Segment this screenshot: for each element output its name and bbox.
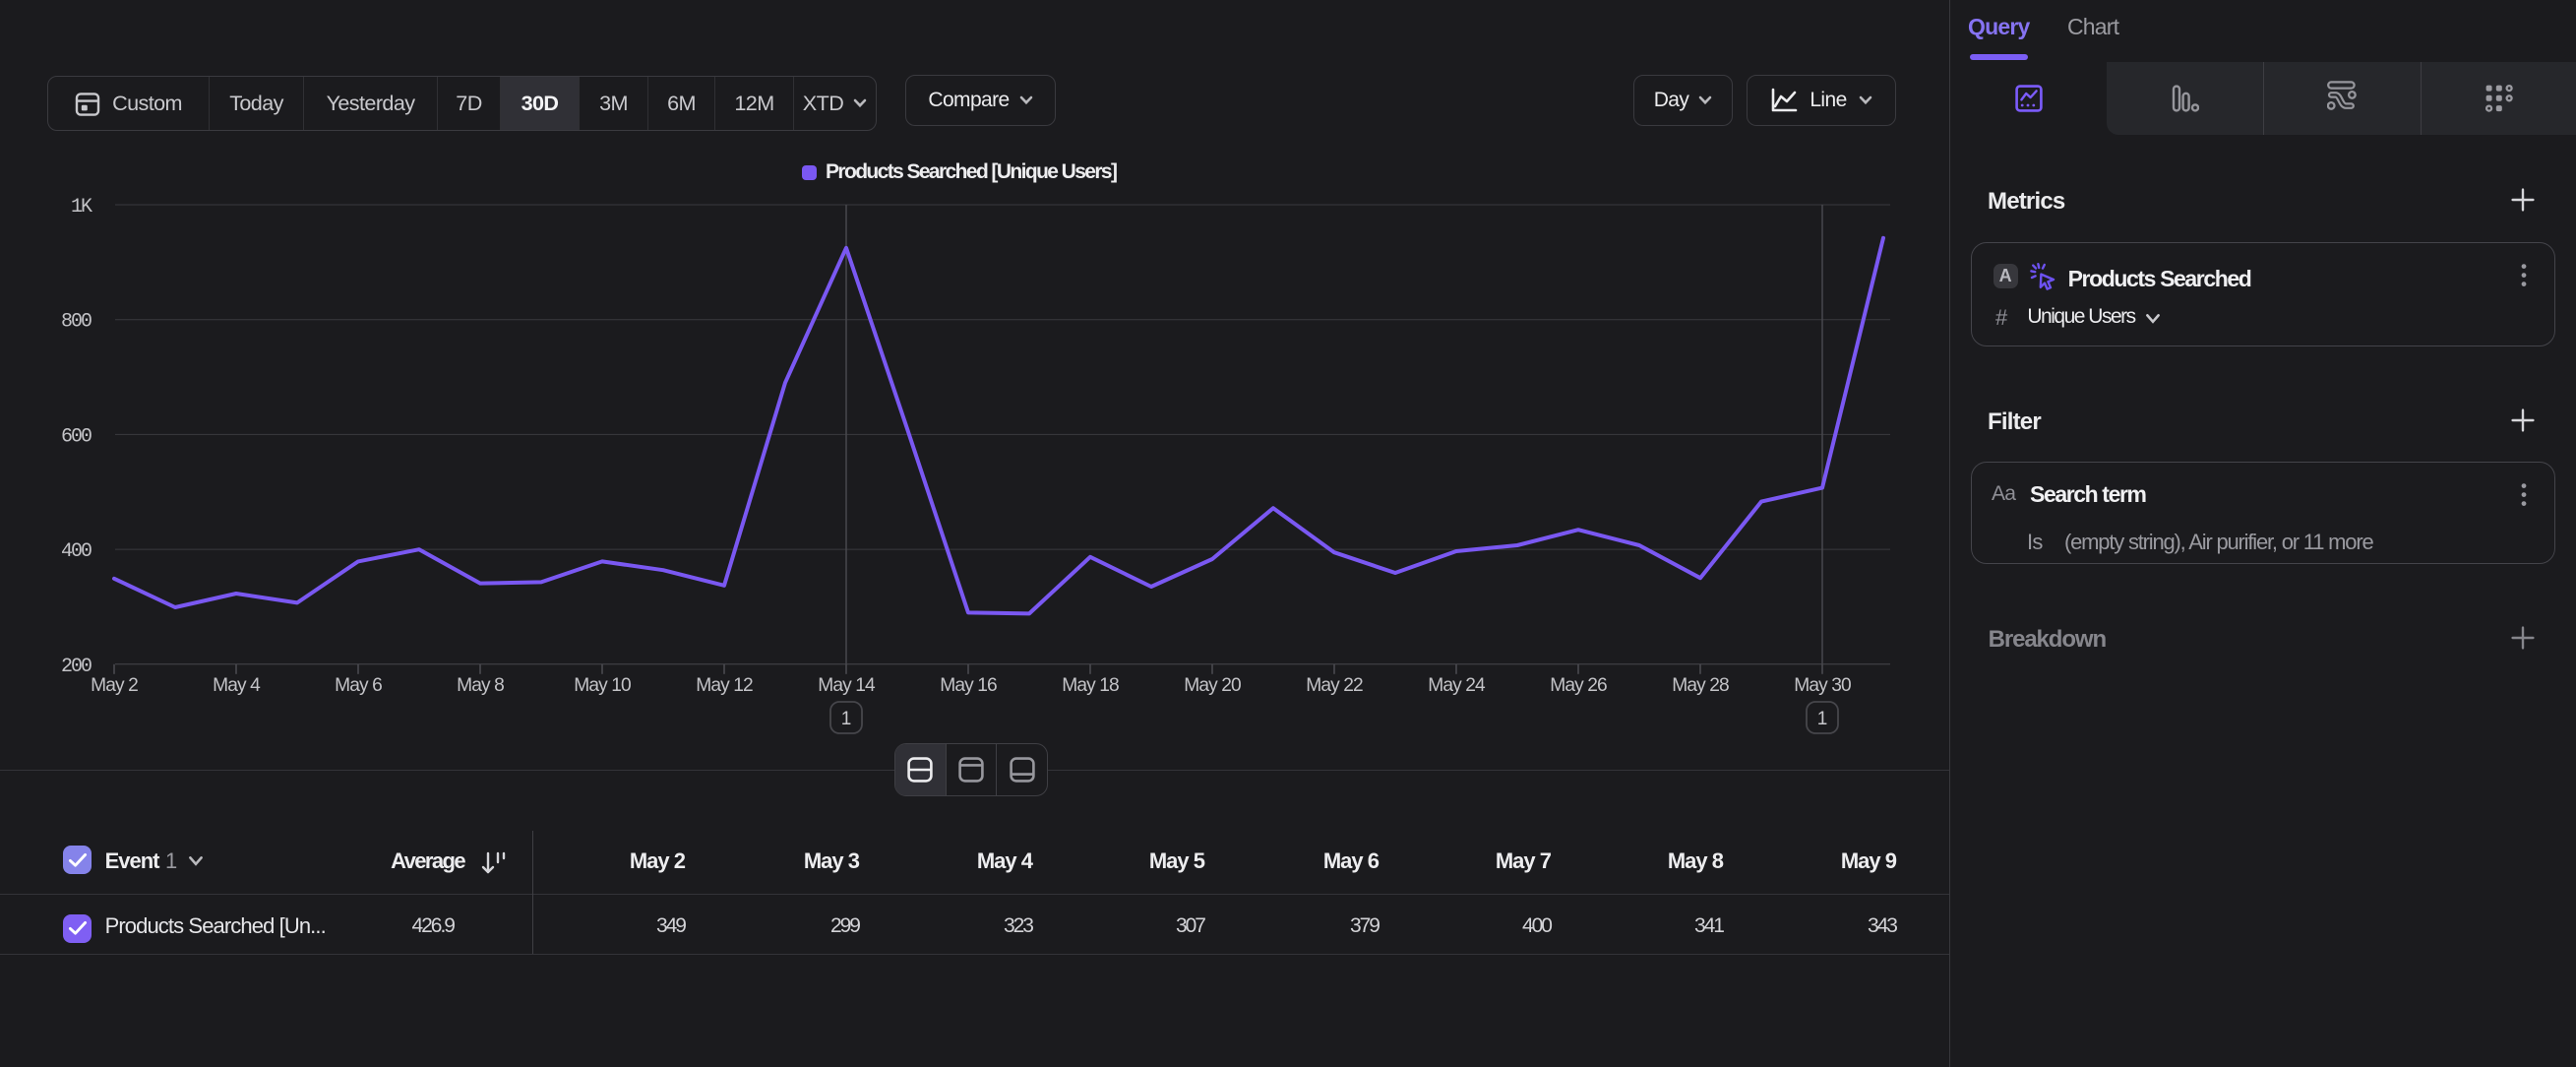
- svg-text:May 8: May 8: [457, 675, 504, 696]
- svg-text:May 22: May 22: [1306, 675, 1363, 696]
- svg-text:600: 600: [61, 425, 92, 448]
- svg-text:May 4: May 4: [213, 675, 261, 696]
- svg-text:May 28: May 28: [1672, 675, 1729, 696]
- svg-text:May 26: May 26: [1550, 675, 1607, 696]
- svg-text:400: 400: [61, 540, 92, 563]
- svg-text:May 18: May 18: [1062, 675, 1119, 696]
- svg-text:May 24: May 24: [1428, 675, 1486, 696]
- svg-text:May 16: May 16: [940, 675, 997, 696]
- svg-text:May 12: May 12: [696, 675, 753, 696]
- svg-text:May 6: May 6: [335, 675, 382, 696]
- svg-text:1K: 1K: [71, 196, 92, 219]
- svg-text:May 14: May 14: [818, 675, 876, 696]
- svg-text:May 30: May 30: [1794, 675, 1851, 696]
- svg-text:May 10: May 10: [574, 675, 631, 696]
- svg-text:May 20: May 20: [1184, 675, 1241, 696]
- svg-text:200: 200: [61, 656, 92, 678]
- svg-text:1: 1: [841, 709, 852, 729]
- svg-text:1: 1: [1817, 709, 1828, 729]
- svg-text:800: 800: [61, 311, 92, 334]
- svg-text:May 2: May 2: [91, 675, 138, 696]
